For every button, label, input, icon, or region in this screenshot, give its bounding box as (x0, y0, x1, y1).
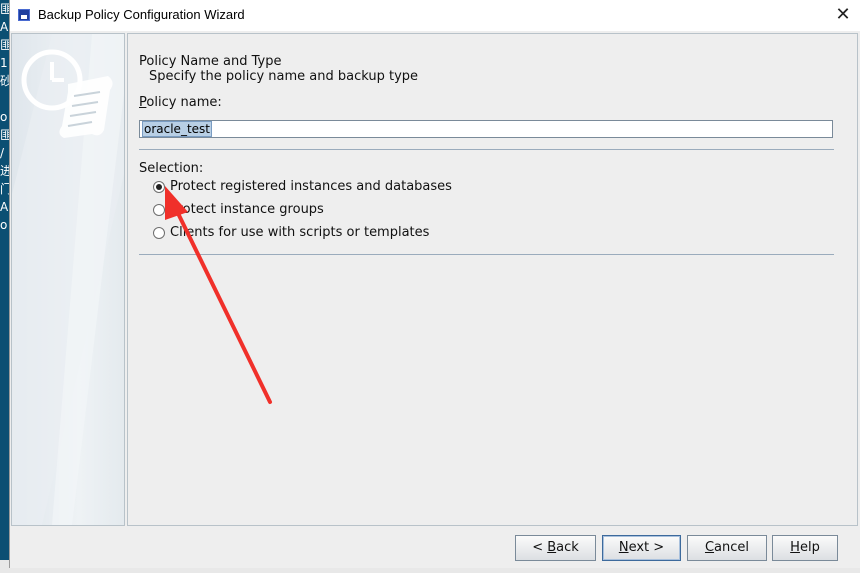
bg-char: o (0, 110, 8, 124)
page-subtitle: Specify the policy name and backup type (149, 69, 419, 84)
title-bar[interactable]: Backup Policy Configuration Wizard ✕ (10, 0, 860, 31)
divider (139, 149, 834, 150)
radio-button-selected[interactable] (153, 181, 165, 193)
cancel-mnemonic: C (704, 540, 715, 555)
radio-label: Clients for use with scripts or template… (170, 225, 430, 240)
bg-char: 匪 (0, 128, 9, 142)
radio-button[interactable] (153, 227, 165, 239)
bg-char: 砂 (0, 74, 9, 88)
help-label: elp (799, 540, 820, 555)
wizard-content: Policy Name and Type Specify the policy … (127, 33, 858, 526)
divider (139, 254, 834, 255)
bg-char: o (0, 218, 8, 232)
radio-button[interactable] (153, 204, 165, 216)
back-button[interactable]: < Back (515, 535, 596, 561)
bg-char: 门 (0, 182, 9, 196)
policy-name-field[interactable]: oracle_test (139, 120, 833, 138)
next-mnemonic: N (618, 540, 629, 555)
desktop-background-strip: 匪 A 匪 1 砂 o 匪 / 进 门 A o (0, 0, 9, 573)
bg-char: 匪 (0, 2, 9, 16)
back-label: ack (556, 540, 579, 555)
bg-char: 进 (0, 164, 9, 178)
policy-name-value: oracle_test (142, 121, 212, 137)
cancel-button[interactable]: Cancel (687, 535, 767, 561)
next-button[interactable]: Next > (602, 535, 681, 561)
bg-char: A (0, 200, 9, 214)
next-label: ext > (628, 540, 665, 555)
policy-name-label: Policy name: (139, 95, 222, 110)
radio-protect-instance-groups[interactable]: Protect instance groups (153, 202, 513, 220)
page-title: Policy Name and Type (139, 54, 282, 69)
help-button[interactable]: Help (772, 535, 838, 561)
back-mnemonic: B (547, 540, 557, 555)
radio-clients-scripts-templates[interactable]: Clients for use with scripts or template… (153, 225, 513, 243)
wizard-side-graphic (11, 33, 125, 526)
bg-char: / (0, 146, 5, 160)
app-icon (18, 9, 30, 21)
bg-char: 匪 (0, 38, 9, 52)
bg-char: A (0, 20, 9, 34)
radio-label: Protect registered instances and databas… (170, 179, 452, 194)
radio-label: Protect instance groups (170, 202, 324, 217)
bg-char: 1 (0, 56, 8, 70)
cancel-label: ancel (714, 540, 750, 555)
window-title: Backup Policy Configuration Wizard (38, 7, 245, 22)
wizard-button-bar: < Back Next > Cancel Help (10, 528, 860, 568)
radio-protect-instances-databases[interactable]: Protect registered instances and databas… (153, 179, 513, 197)
bg-char (0, 90, 9, 108)
selection-label: Selection: (139, 161, 204, 176)
clock-scroll-illustration-icon (12, 34, 124, 525)
policy-name-label-text: olicy name: (146, 95, 222, 110)
wizard-window: Backup Policy Configuration Wizard ✕ Pol… (9, 0, 860, 568)
close-button[interactable]: ✕ (831, 4, 855, 26)
back-prefix: < (532, 540, 548, 555)
help-mnemonic: H (790, 540, 800, 555)
